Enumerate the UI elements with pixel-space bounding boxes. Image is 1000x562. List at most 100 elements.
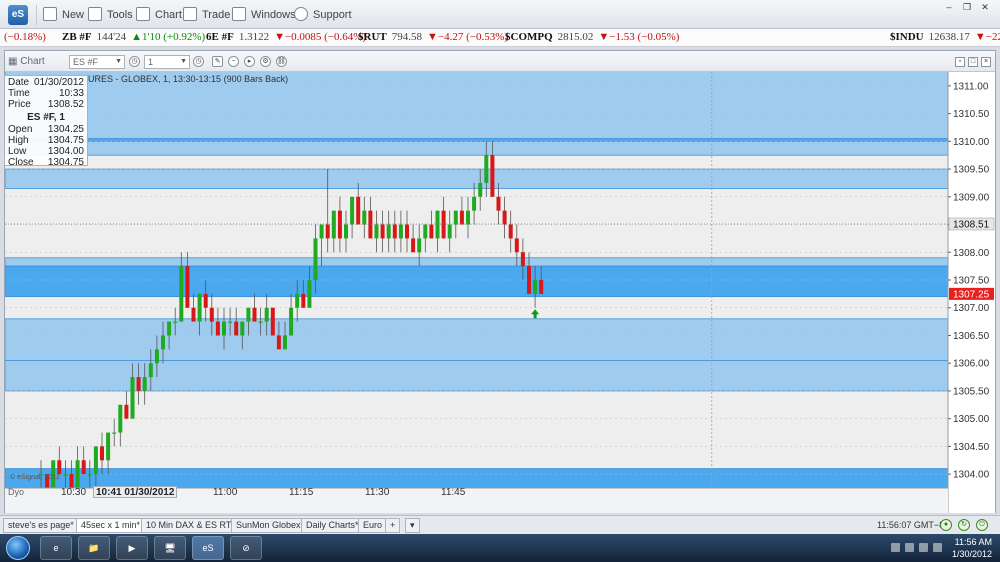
esignal-taskbar-icon[interactable]: eS: [192, 536, 224, 560]
candle-body[interactable]: [368, 210, 373, 239]
candle-body[interactable]: [240, 321, 245, 336]
trade-button[interactable]: Trade: [183, 7, 230, 23]
data-window[interactable]: Date 01/30/2012 Time 10:33 Price 1308.52 ES…: [4, 75, 88, 168]
candle-body[interactable]: [472, 196, 477, 211]
candle-body[interactable]: [191, 307, 196, 322]
ticker-item[interactable]: $INDU12638.17▼−22.25: [890, 31, 1000, 43]
candle-body[interactable]: [258, 321, 263, 323]
support-resistance-zone[interactable]: [5, 318, 949, 364]
ticker-item[interactable]: $RUT 794.58 ▼−4.27 (−0.53%): [358, 31, 508, 43]
candle-body[interactable]: [81, 460, 86, 475]
candle-body[interactable]: [459, 210, 464, 225]
candle-body[interactable]: [167, 321, 172, 336]
connection-status-icon[interactable]: ●: [940, 519, 952, 531]
candle-body[interactable]: [435, 210, 440, 239]
play-icon[interactable]: ▸: [244, 56, 255, 67]
candle-body[interactable]: [289, 307, 294, 336]
ticker-item[interactable]: 6E #F 1.3122 ▼−0.0085 (−0.64%): [206, 31, 366, 43]
ticker-item[interactable]: ZB #F 144'24 ▲1'10 (+0.92%): [62, 31, 205, 43]
symbol-dropdown[interactable]: ES #F ▼: [69, 55, 125, 69]
system-clock[interactable]: 11:56 AM 1/30/2012: [952, 536, 992, 560]
candle-body[interactable]: [362, 210, 367, 225]
chart-button[interactable]: Chart: [136, 7, 182, 23]
candle-body[interactable]: [234, 321, 239, 336]
link-icon[interactable]: ⛓: [276, 56, 287, 67]
candle-body[interactable]: [179, 266, 184, 322]
candle-body[interactable]: [527, 266, 531, 294]
tray-arrow-icon[interactable]: [891, 543, 900, 552]
windows-button[interactable]: Windows: [232, 7, 296, 23]
pencil-icon[interactable]: ✎: [212, 56, 223, 67]
start-button[interactable]: [6, 536, 30, 560]
candle-body[interactable]: [283, 335, 287, 350]
esignal-logo[interactable]: eS: [8, 5, 28, 25]
candle-body[interactable]: [185, 266, 190, 308]
add-page-button[interactable]: +: [385, 518, 401, 533]
support-resistance-zone[interactable]: [5, 257, 949, 267]
candle-body[interactable]: [411, 238, 416, 253]
minus-icon[interactable]: −: [228, 56, 239, 67]
candle-body[interactable]: [130, 377, 135, 419]
candle-body[interactable]: [447, 224, 452, 239]
candle-body[interactable]: [380, 224, 385, 239]
candle-body[interactable]: [161, 335, 165, 350]
candle-body[interactable]: [325, 224, 330, 239]
app-taskbar-icon[interactable]: ⊘: [230, 536, 262, 560]
candle-body[interactable]: [502, 210, 507, 225]
candle-body[interactable]: [453, 210, 458, 225]
settings-icon[interactable]: ⚙: [260, 56, 271, 67]
support-resistance-zone[interactable]: [5, 168, 949, 189]
candle-body[interactable]: [203, 293, 208, 308]
price-chart[interactable]: 1311.00 1310.50 1310.00 1309.50 1309.00 1308.…: [5, 72, 995, 513]
candle-body[interactable]: [228, 321, 233, 323]
candle-body[interactable]: [264, 307, 269, 322]
candle-body[interactable]: [75, 460, 80, 488]
candle-body[interactable]: [514, 238, 519, 253]
candle-body[interactable]: [539, 280, 544, 294]
candle-body[interactable]: [533, 280, 538, 294]
candle-body[interactable]: [508, 224, 513, 239]
maximize-icon[interactable]: □: [968, 57, 978, 67]
candle-body[interactable]: [270, 307, 275, 336]
page-tab[interactable]: Daily Charts*: [301, 518, 364, 533]
candle-body[interactable]: [124, 404, 129, 419]
candle-body[interactable]: [319, 224, 324, 239]
candle-body[interactable]: [441, 210, 446, 239]
page-tab[interactable]: steve's es page*: [3, 518, 79, 533]
candle-body[interactable]: [429, 224, 434, 239]
restore-button[interactable]: ❐: [958, 2, 976, 13]
candle-body[interactable]: [136, 377, 141, 391]
candle-body[interactable]: [520, 252, 525, 267]
candle-body[interactable]: [392, 224, 397, 239]
candle-body[interactable]: [496, 196, 501, 211]
candle-body[interactable]: [344, 224, 348, 239]
tools-button[interactable]: Tools: [88, 7, 133, 23]
candle-body[interactable]: [301, 293, 306, 308]
candle-body[interactable]: [57, 460, 62, 475]
page-tab[interactable]: 45sec x 1 min*: [76, 518, 146, 533]
media-taskbar-icon[interactable]: ▶: [116, 536, 148, 560]
candle-body[interactable]: [423, 224, 428, 239]
candle-body[interactable]: [484, 155, 489, 183]
candle-body[interactable]: [405, 224, 409, 239]
candle-body[interactable]: [386, 224, 391, 239]
candle-body[interactable]: [209, 307, 214, 322]
display-icon[interactable]: [919, 543, 928, 552]
candle-body[interactable]: [331, 210, 336, 239]
ie-taskbar-icon[interactable]: e: [40, 536, 72, 560]
page-tab[interactable]: SunMon Globex*: [231, 518, 310, 533]
candle-body[interactable]: [350, 196, 355, 225]
candle-body[interactable]: [398, 224, 403, 239]
candle-body[interactable]: [106, 432, 111, 461]
support-button[interactable]: Support: [294, 7, 352, 23]
candle-body[interactable]: [63, 474, 68, 476]
interval-icon[interactable]: ◷: [129, 56, 140, 67]
candle-body[interactable]: [490, 155, 495, 197]
ticker-item[interactable]: (−0.18%): [4, 31, 46, 43]
candle-body[interactable]: [100, 446, 104, 461]
candle-body[interactable]: [276, 335, 281, 350]
new-button[interactable]: New: [43, 7, 84, 23]
candle-body[interactable]: [197, 293, 202, 322]
network-taskbar-icon[interactable]: 🖥: [154, 536, 186, 560]
candle-body[interactable]: [215, 321, 220, 336]
